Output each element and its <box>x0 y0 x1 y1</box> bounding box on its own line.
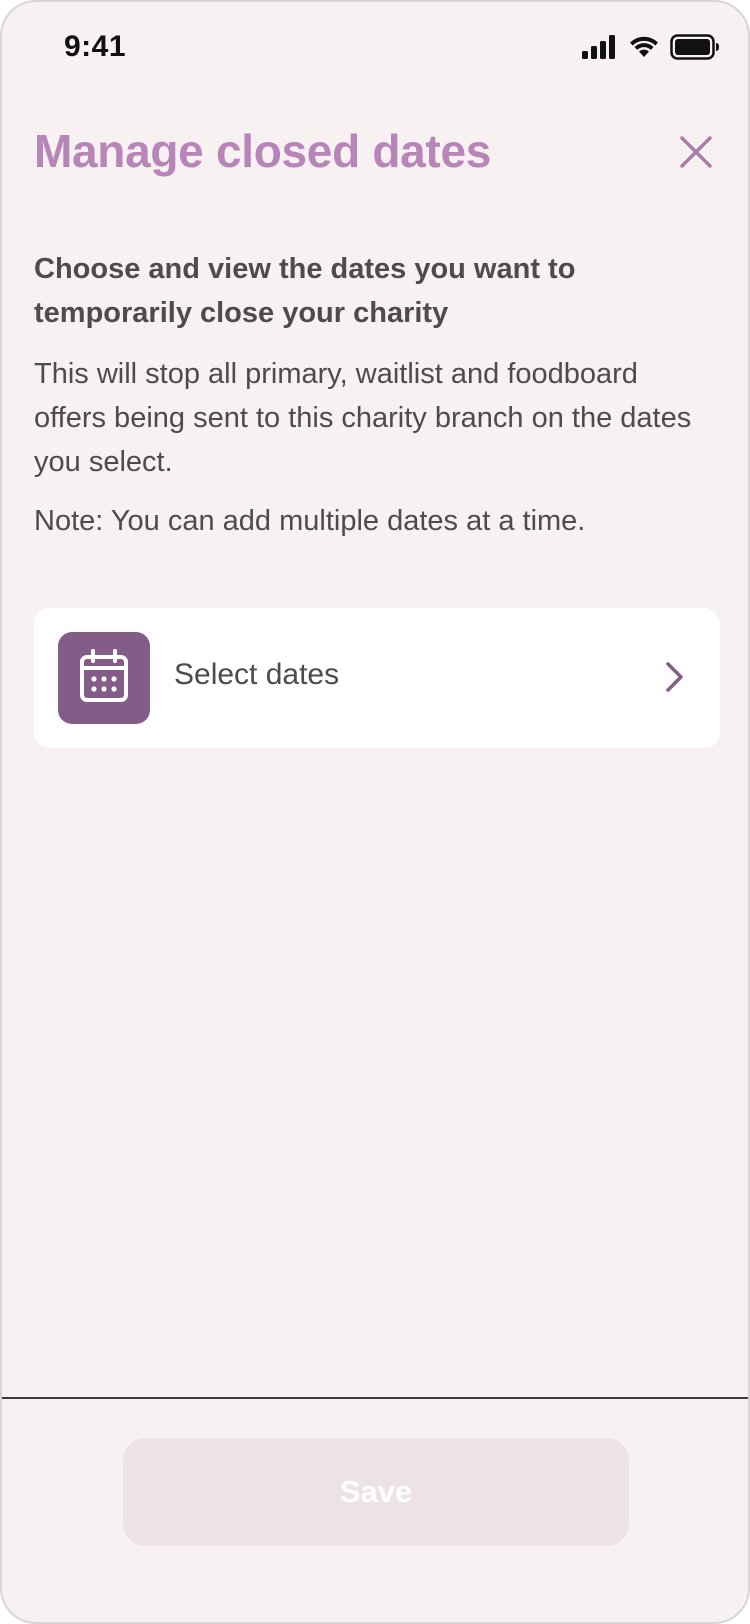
footer-divider <box>2 1397 748 1399</box>
calendar-icon <box>79 648 129 708</box>
phone-screen: 9:41 Manage closed dates Choose and view… <box>0 0 750 1624</box>
select-dates-button[interactable]: Select dates <box>34 608 720 748</box>
close-button[interactable] <box>674 132 718 176</box>
page-title: Manage closed dates <box>34 125 492 177</box>
select-dates-label: Select dates <box>174 658 340 691</box>
close-icon <box>679 135 713 174</box>
description-text: This will stop all primary, waitlist and… <box>34 358 692 478</box>
status-icons <box>582 34 720 60</box>
battery-icon <box>670 34 720 60</box>
calendar-icon-tile <box>58 632 150 724</box>
save-button[interactable]: Save <box>123 1438 629 1546</box>
note-text: Note: You can add multiple dates at a ti… <box>34 505 586 537</box>
chevron-right-icon <box>664 660 686 699</box>
status-bar: 9:41 <box>2 2 748 98</box>
subheading: Choose and view the dates you want to te… <box>34 253 576 329</box>
wifi-icon <box>628 35 660 59</box>
status-time: 9:41 <box>64 30 127 63</box>
cellular-signal-icon <box>582 35 618 59</box>
